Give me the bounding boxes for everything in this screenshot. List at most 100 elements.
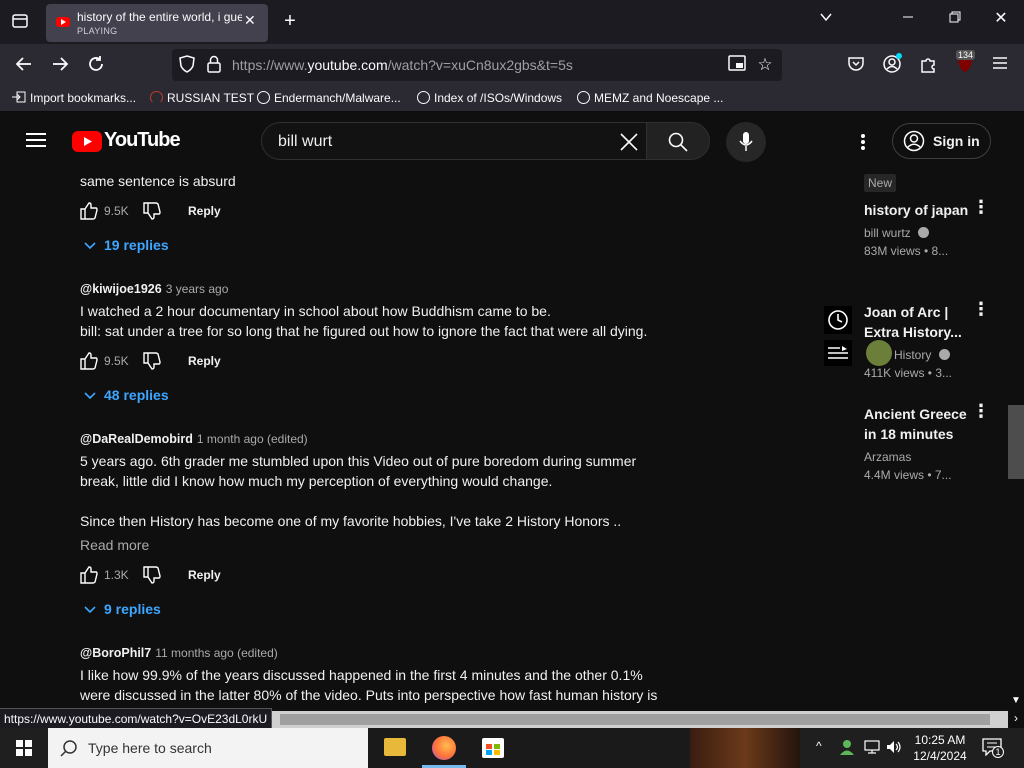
taskbar-clock[interactable]: 10:25 AM 12/4/2024 — [912, 732, 968, 764]
bookmark-russian-test[interactable]: RUSSIAN TEST — [150, 91, 254, 105]
reply-button[interactable]: Reply — [188, 204, 221, 218]
browser-tab-active[interactable]: history of the entire world, i guess PLA… — [46, 4, 268, 42]
youtube-favicon-icon — [56, 17, 70, 27]
dislike-icon[interactable] — [142, 351, 162, 376]
notifications-icon[interactable]: 1 — [982, 738, 1004, 761]
dislike-icon[interactable] — [142, 201, 162, 226]
tab-status: PLAYING — [77, 26, 118, 36]
view-replies-button[interactable]: 9 replies — [84, 601, 161, 617]
reload-icon[interactable] — [86, 55, 106, 78]
horizontal-scrollbar-thumb[interactable] — [280, 714, 990, 725]
clock-time: 10:25 AM — [914, 733, 966, 747]
video-stats: 411K views • 3... — [864, 366, 953, 380]
forward-arrow-icon[interactable] — [50, 55, 70, 78]
like-icon[interactable] — [79, 201, 99, 226]
video-channel[interactable]: History — [894, 348, 950, 362]
search-input[interactable]: bill wurt — [261, 122, 647, 160]
bookmark-endermanch[interactable]: Endermanch/Malware... — [257, 91, 401, 105]
browser-nav-bar: https://www.youtube.com/watch?v=xuCn8ux2… — [0, 44, 1024, 86]
show-hidden-icons-chevron-icon[interactable]: ^ — [816, 739, 822, 753]
taskbar-wallpaper-strip — [690, 728, 800, 768]
scroll-right-icon[interactable]: › — [1008, 711, 1024, 728]
pocket-icon[interactable] — [846, 55, 866, 78]
view-replies-button[interactable]: 19 replies — [84, 237, 169, 253]
video-more-icon[interactable]: ⋮ — [972, 402, 990, 420]
clock-date: 12/4/2024 — [913, 749, 967, 763]
user-circle-icon — [903, 130, 925, 152]
back-arrow-icon[interactable] — [14, 55, 34, 78]
picture-in-picture-icon[interactable] — [728, 55, 746, 76]
view-replies-button[interactable]: 48 replies — [84, 387, 169, 403]
add-to-queue-icon[interactable] — [824, 340, 852, 366]
taskbar-search-placeholder: Type here to search — [88, 740, 212, 756]
comment-author[interactable]: @DaRealDemobird 1 month ago (edited) — [80, 432, 308, 446]
vertical-scrollbar[interactable]: ▼ — [1008, 113, 1024, 711]
search-button[interactable] — [646, 122, 710, 160]
bookmark-memz[interactable]: MEMZ and Noescape ... — [577, 91, 723, 105]
dislike-icon[interactable] — [142, 565, 162, 590]
scroll-down-icon[interactable]: ▼ — [1011, 695, 1021, 706]
search-input-value[interactable]: bill wurt — [278, 133, 332, 151]
video-title[interactable]: in 18 minutes — [864, 424, 953, 444]
sign-in-button[interactable]: Sign in — [892, 123, 991, 159]
people-icon[interactable] — [840, 739, 854, 755]
like-count: 9.5K — [104, 354, 129, 368]
tab-overflow-chevron-icon[interactable] — [816, 10, 836, 29]
bookmark-isos[interactable]: Index of /ISOs/Windows — [417, 91, 562, 105]
comment-author[interactable]: @BoroPhil7 11 months ago (edited) — [80, 646, 278, 660]
reply-button[interactable]: Reply — [188, 568, 221, 582]
scrollbar-thumb[interactable] — [1008, 405, 1024, 479]
video-channel[interactable]: Arzamas — [864, 450, 911, 464]
comment-text: I watched a 2 hour documentary in school… — [80, 303, 551, 319]
google-icon — [417, 91, 430, 104]
taskbar-apps — [368, 728, 690, 768]
video-title[interactable]: Extra History... — [864, 322, 962, 342]
lock-icon[interactable] — [206, 55, 222, 78]
bookmark-star-icon[interactable]: ☆ — [756, 55, 774, 75]
file-explorer-icon[interactable] — [384, 738, 406, 756]
like-icon[interactable] — [79, 351, 99, 376]
windows-taskbar: Type here to search ^ 10:25 AM 12/4/2024… — [0, 728, 1024, 768]
settings-more-icon[interactable] — [860, 133, 866, 156]
bookmark-import[interactable]: Import bookmarks... — [12, 91, 136, 105]
chevron-down-icon — [84, 237, 96, 253]
like-icon[interactable] — [79, 565, 99, 590]
address-bar[interactable]: https://www.youtube.com/watch?v=xuCn8ux2… — [172, 49, 782, 81]
windows-start-icon[interactable] — [16, 740, 32, 761]
video-title[interactable]: history of japan — [864, 200, 968, 220]
ublock-extension-icon[interactable]: 134 — [954, 50, 976, 78]
microsoft-store-icon[interactable] — [482, 738, 504, 758]
like-count: 9.5K — [104, 204, 129, 218]
video-more-icon[interactable]: ⋮ — [972, 198, 990, 216]
url-text[interactable]: https://www.youtube.com/watch?v=xuCn8ux2… — [232, 57, 573, 73]
video-more-icon[interactable]: ⋮ — [972, 300, 990, 318]
video-title[interactable]: Joan of Arc | — [864, 302, 948, 322]
window-close-icon[interactable]: ✕ — [991, 8, 1011, 28]
comment-text: break, little did I know how much my per… — [80, 473, 553, 489]
shield-icon[interactable] — [178, 55, 196, 78]
reply-button[interactable]: Reply — [188, 354, 221, 368]
horseshoe-icon — [150, 91, 163, 104]
extensions-puzzle-icon[interactable] — [918, 55, 938, 78]
video-title[interactable]: Ancient Greece — [864, 404, 967, 424]
video-stats: 83M views • 8... — [864, 244, 949, 258]
clear-search-icon[interactable] — [620, 133, 638, 156]
tab-close-icon[interactable]: ✕ — [244, 12, 256, 29]
new-tab-icon[interactable]: + — [280, 10, 300, 33]
tab-list-icon[interactable] — [10, 12, 30, 35]
minimize-icon[interactable] — [898, 10, 918, 28]
comment-author[interactable]: @kiwijoe1926 3 years ago — [80, 282, 228, 296]
network-icon[interactable] — [864, 740, 880, 759]
video-channel[interactable]: bill wurtz — [864, 226, 930, 240]
hamburger-menu-icon[interactable] — [990, 55, 1010, 75]
taskbar-search-box[interactable]: Type here to search — [48, 728, 368, 768]
account-icon[interactable] — [882, 53, 902, 78]
voice-search-button[interactable] — [726, 122, 766, 162]
watch-later-icon[interactable] — [824, 306, 852, 334]
firefox-icon[interactable] — [432, 736, 456, 760]
restore-icon[interactable] — [945, 10, 965, 28]
read-more-button[interactable]: Read more — [80, 537, 149, 553]
guide-menu-icon[interactable] — [26, 132, 46, 153]
channel-avatar[interactable] — [866, 340, 892, 366]
volume-icon[interactable] — [886, 740, 902, 759]
